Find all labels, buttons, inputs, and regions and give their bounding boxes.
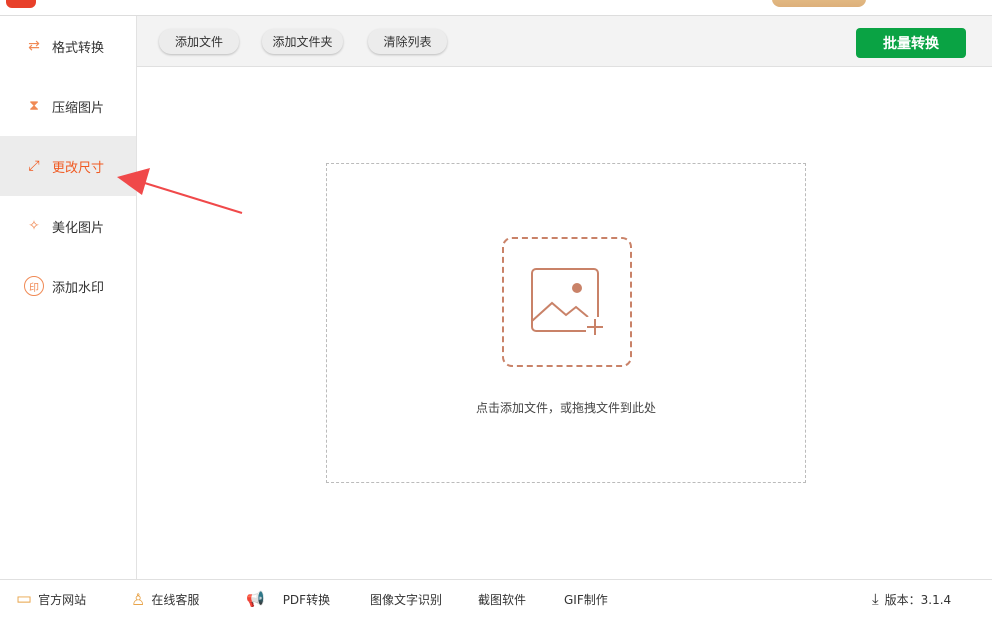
sidebar-item-watermark[interactable]: 印添加水印 — [0, 256, 136, 316]
add-image-button[interactable] — [502, 237, 632, 367]
ocr-link[interactable]: 图像文字识别 — [370, 591, 442, 608]
add-folder-button[interactable]: 添加文件夹 — [262, 29, 343, 54]
annotation-arrow — [117, 168, 243, 214]
pdf-link[interactable]: 📢 PDF转换 — [246, 590, 330, 608]
version-label: 版本：3.1.4 — [884, 592, 952, 607]
download-icon: ⤓ — [872, 590, 879, 608]
website-label: 官方网站 — [38, 592, 87, 607]
file-drop-zone[interactable]: 点击添加文件，或拖拽文件到此处 — [326, 163, 806, 483]
screenshot-link[interactable]: 截图软件 — [478, 591, 526, 608]
screenshot-label: 截图软件 — [478, 592, 527, 607]
megaphone-icon: 📢 — [246, 590, 265, 608]
support-label: 在线客服 — [151, 592, 200, 607]
toolbar: 添加文件 添加文件夹 清除列表 批量转换 — [137, 16, 992, 67]
add-image-icon — [531, 268, 604, 335]
watermark-icon: 印 — [24, 276, 44, 296]
gif-link[interactable]: GIF制作 — [564, 591, 608, 608]
person-icon: ♙ — [131, 589, 146, 609]
footer: ▭ 官方网站 ♙ 在线客服 📢 PDF转换 图像文字识别 截图软件 GIF制作 ⤓ 版本… — [0, 579, 992, 618]
monitor-icon: ▭ — [16, 589, 33, 609]
website-link[interactable]: ▭ 官方网站 — [16, 589, 86, 609]
support-link[interactable]: ♙ 在线客服 — [131, 590, 199, 609]
ocr-label: 图像文字识别 — [370, 592, 443, 607]
clear-list-button[interactable]: 清除列表 — [368, 29, 447, 54]
batch-convert-button[interactable]: 批量转换 — [856, 28, 966, 58]
pdf-label: PDF转换 — [282, 592, 331, 607]
drop-hint: 点击添加文件，或拖拽文件到此处 — [475, 401, 656, 415]
version-info[interactable]: ⤓ 版本：3.1.4 — [872, 590, 951, 608]
vip-button[interactable] — [772, 0, 866, 7]
sidebar-item-label: 添加水印 — [52, 280, 105, 296]
gif-label: GIF制作 — [564, 592, 608, 607]
